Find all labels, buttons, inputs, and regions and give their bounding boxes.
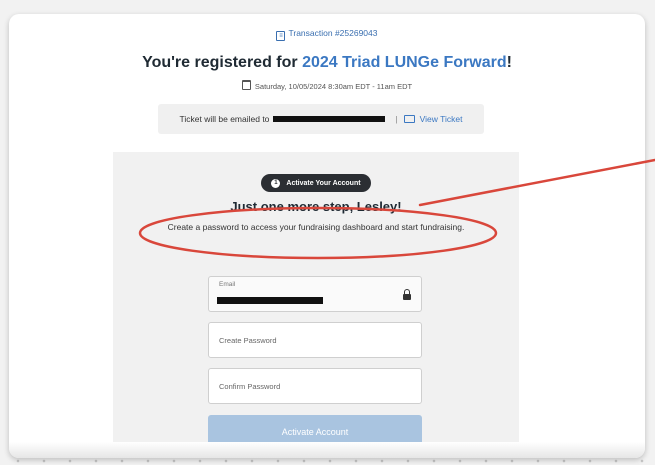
annotation-arrow-line — [418, 158, 655, 207]
annotation-overlay — [138, 158, 655, 260]
annotation-ellipse — [138, 206, 498, 260]
